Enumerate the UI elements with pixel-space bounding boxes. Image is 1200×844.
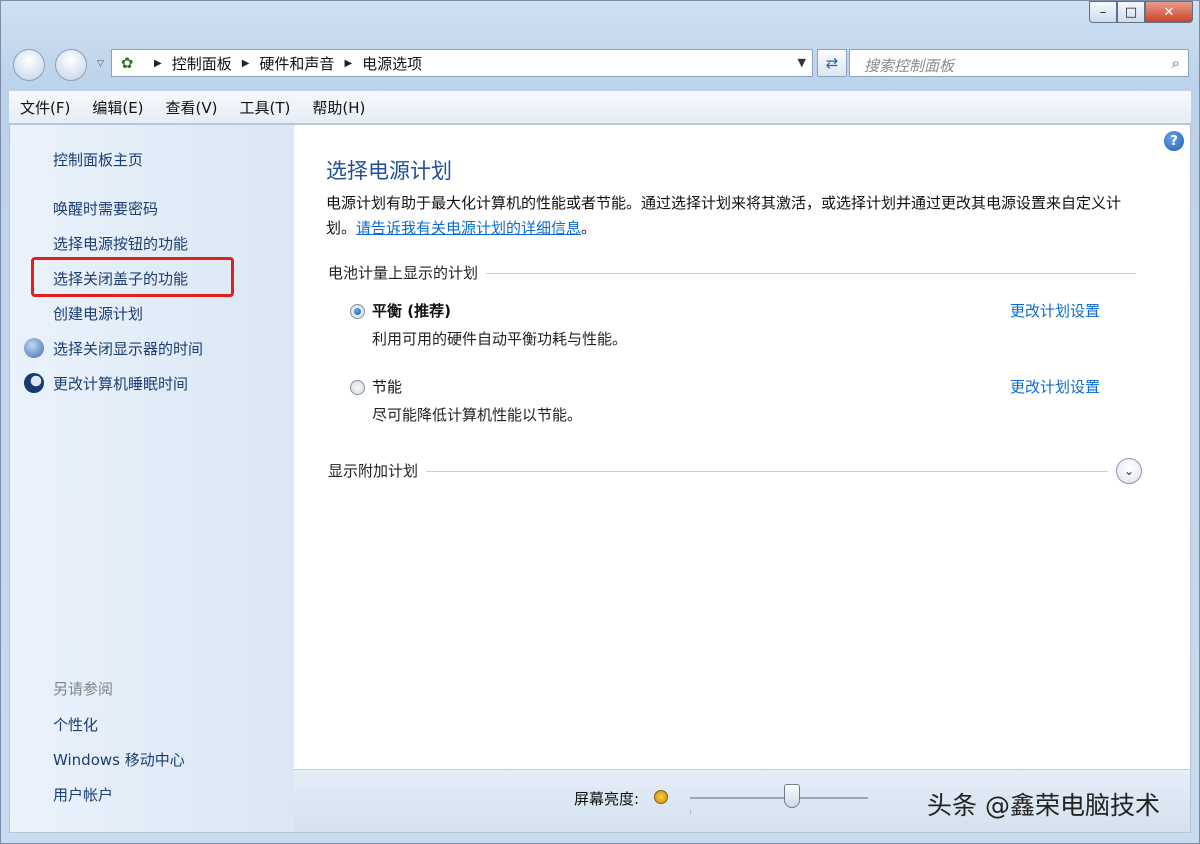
menu-tools[interactable]: 工具(T) [229,97,302,118]
watermark-text: 头条 @鑫荣电脑技术 [927,791,1160,820]
minimize-button[interactable]: – [1089,1,1117,23]
plan-balanced-change-link[interactable]: 更改计划设置 [1010,300,1100,321]
recent-pages-dropdown-icon[interactable]: ▽ [97,59,104,69]
sidebar-item-control-panel-home[interactable]: 控制面板主页 [53,149,143,170]
sidebar-item-user-accounts[interactable]: 用户帐户 [53,784,113,805]
close-button[interactable]: ✕ [1145,1,1193,23]
search-icon[interactable]: ⌕ [1172,54,1180,72]
help-icon[interactable]: ? [1164,131,1184,151]
brightness-slider-track[interactable] [690,797,868,799]
content-area: 控制面板主页 唤醒时需要密码 选择电源按钮的功能 选择关闭盖子的功能 创建电源计… [9,124,1191,833]
address-dropdown-icon[interactable]: ▼ [798,56,806,69]
breadcrumb-hardware-sound[interactable]: 硬件和声音 [259,53,334,74]
plan-balanced-name[interactable]: 平衡 (推荐) [372,300,451,321]
more-plans-label[interactable]: 显示附加计划 [328,460,427,481]
control-panel-icon: ✿ [120,54,134,72]
group-divider [328,471,1108,472]
window-controls: – □ ✕ [1089,1,1193,23]
menu-view[interactable]: 查看(V) [155,97,229,118]
battery-plans-label: 电池计量上显示的计划 [328,262,487,283]
battery-plans-group: 电池计量上显示的计划 [328,262,1136,284]
sidebar-item-wake-password[interactable]: 唤醒时需要密码 [53,198,158,219]
brightness-bar: 屏幕亮度: 头条 @鑫荣电脑技术 [294,769,1190,832]
brightness-low-icon [654,790,668,804]
task-sidebar: 控制面板主页 唤醒时需要密码 选择电源按钮的功能 选择关闭盖子的功能 创建电源计… [10,125,294,832]
expand-more-plans-button[interactable]: ⌄ [1116,458,1142,484]
plan-balanced-desc: 利用可用的硬件自动平衡功耗与性能。 [372,330,628,348]
plan-balanced-radio[interactable] [350,304,365,319]
chevron-right-icon[interactable]: ▶ [344,58,352,69]
plan-power-saver-change-link[interactable]: 更改计划设置 [1010,376,1100,397]
chevron-right-icon[interactable]: ▶ [154,58,162,69]
chevron-down-icon: ⌄ [1123,464,1135,478]
breadcrumb-power-options[interactable]: 电源选项 [362,53,422,74]
clock-icon [24,338,44,358]
control-panel-window: – □ ✕ ▽ ✿ ▶ 控制面板 ▶ 硬件和声音 ▶ 电源选项 ▼ ⇄ 搜索控制… [0,0,1200,844]
main-panel: ? 选择电源计划 电源计划有助于最大化计算机的性能或者节能。通过选择计划来将其激… [294,125,1190,832]
see-also-heading: 另请参阅 [53,680,114,698]
page-description: 电源计划有助于最大化计算机的性能或者节能。通过选择计划来将其激活，或选择计划并通… [326,194,1122,237]
brightness-label: 屏幕亮度: [574,790,640,808]
maximize-button[interactable]: □ [1117,1,1145,23]
more-plans-group: 显示附加计划 [328,460,1108,482]
menu-help[interactable]: 帮助(H) [301,97,376,118]
sidebar-item-lid-close[interactable]: 选择关闭盖子的功能 [53,268,188,289]
breadcrumb-control-panel[interactable]: 控制面板 [172,53,232,74]
brightness-slider-thumb[interactable] [784,784,800,808]
sidebar-item-power-button[interactable]: 选择电源按钮的功能 [53,233,188,254]
search-input[interactable]: 搜索控制面板 ⌕ [849,49,1189,77]
plan-power-saver-radio[interactable] [350,380,365,395]
menu-edit[interactable]: 编辑(E) [81,97,154,118]
sidebar-item-personalization[interactable]: 个性化 [53,714,98,735]
sidebar-item-display-off-time[interactable]: 选择关闭显示器的时间 [53,338,203,359]
address-bar[interactable]: ✿ ▶ 控制面板 ▶ 硬件和声音 ▶ 电源选项 ▼ [111,49,813,77]
slider-ticks [690,810,869,814]
back-button[interactable] [13,49,45,81]
navigation-bar: ▽ ✿ ▶ 控制面板 ▶ 硬件和声音 ▶ 电源选项 ▼ ⇄ 搜索控制面板 ⌕ [13,45,1189,83]
sidebar-item-sleep-time[interactable]: 更改计算机睡眠时间 [53,373,188,394]
forward-button[interactable] [55,49,87,81]
plan-power-saver-desc: 尽可能降低计算机性能以节能。 [372,406,583,424]
refresh-button[interactable]: ⇄ [817,49,847,77]
chevron-right-icon[interactable]: ▶ [242,58,250,69]
refresh-icon: ⇄ [825,54,839,72]
learn-more-link[interactable]: 请告诉我有关电源计划的详细信息 [356,219,581,237]
menu-bar: 文件(F) 编辑(E) 查看(V) 工具(T) 帮助(H) [9,91,1191,124]
moon-icon [24,373,44,393]
page-title: 选择电源计划 [326,159,452,183]
plan-power-saver-name[interactable]: 节能 [372,376,402,397]
sidebar-item-mobility-center[interactable]: Windows 移动中心 [53,749,185,770]
menu-file[interactable]: 文件(F) [9,97,81,118]
sidebar-item-create-plan[interactable]: 创建电源计划 [53,303,143,324]
search-placeholder: 搜索控制面板 [864,57,955,75]
